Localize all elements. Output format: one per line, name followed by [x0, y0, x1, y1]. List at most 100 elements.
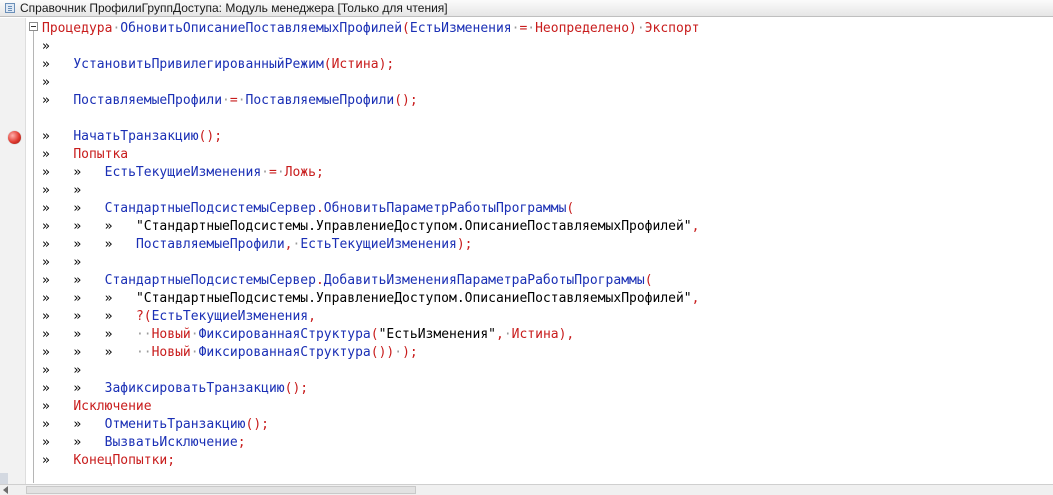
code-token: = — [229, 93, 238, 108]
collapse-minus-icon[interactable] — [29, 22, 38, 31]
code-token: » — [42, 57, 50, 72]
code-token: » — [42, 93, 50, 108]
code-line[interactable]: » Исключение — [42, 398, 699, 416]
code-token: · — [261, 165, 269, 180]
code-token: » — [73, 309, 82, 324]
code-token: » — [42, 363, 50, 378]
code-line[interactable]: » » — [42, 362, 699, 380]
code-token: · — [190, 327, 199, 342]
code-line[interactable]: » » ЕстьТекущиеИзменения·=·Ложь; — [42, 164, 699, 182]
code-line[interactable]: » » СтандартныеПодсистемыСервер.Обновить… — [42, 200, 699, 218]
code-token: ФиксированнаяСтруктура — [198, 327, 371, 342]
code-token: ); — [378, 57, 395, 72]
code-token: ФиксированнаяСтруктура — [198, 345, 371, 360]
code-token: Истина — [331, 57, 379, 72]
code-line[interactable] — [42, 110, 699, 128]
gutter-scroll-marker — [0, 473, 8, 484]
code-token: , — [308, 309, 316, 324]
code-line[interactable]: » НачатьТранзакцию(); — [42, 128, 699, 146]
code-token: ( — [566, 201, 575, 216]
code-token: ) — [629, 21, 637, 36]
code-token: ЕстьТекущиеИзменения — [300, 237, 457, 252]
code-line[interactable]: Процедура · ОбновитьОписаниеПоставляемыхПр… — [42, 20, 699, 38]
code-token: КонецПопытки — [73, 453, 168, 468]
code-token: = — [269, 165, 277, 180]
code-token: » — [73, 435, 82, 450]
code-token: ; — [315, 165, 324, 180]
code-token: · — [237, 93, 246, 108]
code-token: ·· — [135, 345, 152, 360]
document-module-icon — [5, 3, 15, 13]
code-token: » — [42, 381, 50, 396]
code-line[interactable]: » — [42, 74, 699, 92]
code-token: » — [73, 363, 82, 378]
code-token: » — [73, 237, 82, 252]
code-line[interactable]: » КонецПопытки; — [42, 452, 699, 470]
code-line[interactable]: » ПоставляемыеПрофили·=·ПоставляемыеПроф… — [42, 92, 699, 110]
window-titlebar: Справочник ПрофилиГруппДоступа: Модуль м… — [0, 0, 1053, 17]
code-token: » — [73, 273, 82, 288]
code-token: » — [42, 291, 50, 306]
code-text[interactable]: Процедура · ОбновитьОписаниеПоставляемыхПр… — [42, 20, 699, 470]
code-line[interactable]: » » ВызватьИсключение; — [42, 434, 699, 452]
code-token: Экспорт — [644, 21, 700, 36]
code-token: » — [73, 165, 82, 180]
code-token: . — [315, 201, 324, 216]
code-line[interactable]: » » — [42, 182, 699, 200]
code-line[interactable]: » Попытка — [42, 146, 699, 164]
code-token: » — [42, 75, 50, 90]
code-token: · — [527, 21, 536, 36]
code-token: · — [394, 345, 403, 360]
code-token: Процедура — [42, 21, 113, 36]
code-line[interactable]: » » » ?(ЕстьТекущиеИзменения, — [42, 308, 699, 326]
code-token: » — [42, 183, 50, 198]
code-token: » — [42, 345, 50, 360]
code-token: · — [222, 93, 230, 108]
code-token: Неопределено — [535, 21, 630, 36]
code-line[interactable]: » » — [42, 254, 699, 272]
code-line[interactable]: » » » "СтандартныеПодсистемы.УправлениеД… — [42, 218, 699, 236]
code-token: Новый — [151, 327, 191, 342]
code-token: ( — [323, 57, 332, 72]
code-token: Ложь — [284, 165, 316, 180]
code-token: ЗафиксироватьТранзакцию — [104, 381, 285, 396]
code-line[interactable]: » » ОтменитьТранзакцию(); — [42, 416, 699, 434]
code-token: » — [42, 453, 50, 468]
code-token: ); — [402, 345, 418, 360]
code-token: (); — [284, 381, 309, 396]
code-token: Истина — [511, 327, 559, 342]
code-token: УстановитьПривилегированныйРежим — [73, 57, 324, 72]
code-line[interactable]: » » » ··Новый·ФиксированнаяСтруктура())·… — [42, 344, 699, 362]
code-line[interactable]: » УстановитьПривилегированныйРежим(Истин… — [42, 56, 699, 74]
code-token: , — [691, 219, 700, 234]
code-line[interactable]: » » ЗафиксироватьТранзакцию(); — [42, 380, 699, 398]
code-token: ВызватьИсключение — [104, 435, 238, 450]
code-line[interactable]: » » СтандартныеПодсистемыСервер.Добавить… — [42, 272, 699, 290]
horizontal-scrollbar[interactable] — [0, 484, 1053, 495]
code-token: » — [42, 129, 50, 144]
breakpoint-icon[interactable] — [8, 131, 21, 144]
editor-gutter[interactable] — [0, 18, 26, 484]
scroll-left-arrow-icon[interactable] — [3, 486, 8, 494]
code-line[interactable]: » — [42, 38, 699, 56]
code-line[interactable]: » » » "СтандартныеПодсистемы.УправлениеД… — [42, 290, 699, 308]
code-token: ( — [402, 21, 410, 36]
code-token: » — [42, 435, 50, 450]
scrollbar-thumb[interactable] — [26, 486, 416, 494]
code-editor[interactable]: Процедура · ОбновитьОписаниеПоставляемыхПр… — [0, 18, 1053, 484]
code-token: ПоставляемыеПрофили — [73, 93, 223, 108]
code-line[interactable]: » » » ··Новый·ФиксированнаяСтруктура("Ес… — [42, 326, 699, 344]
code-line[interactable]: » » » ПоставляемыеПрофили,·ЕстьТекущиеИз… — [42, 236, 699, 254]
